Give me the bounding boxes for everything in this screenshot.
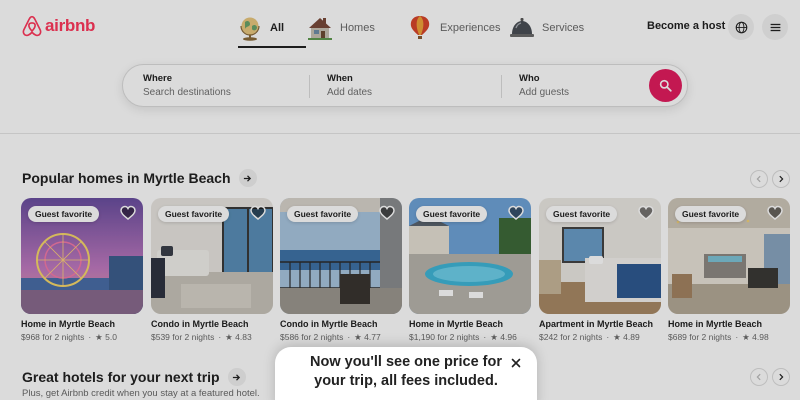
toast-close-button[interactable]: [509, 356, 523, 370]
price-info-toast: Now you'll see one price for your trip, …: [275, 347, 537, 400]
toast-message: Now you'll see one price for your trip, …: [310, 354, 502, 389]
close-icon: [511, 358, 521, 368]
modal-backdrop[interactable]: [0, 0, 800, 400]
